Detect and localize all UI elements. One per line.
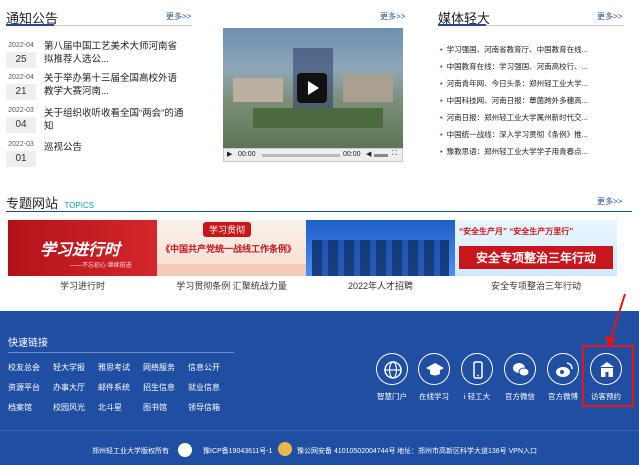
footer-link[interactable]: 档案馆 — [8, 402, 32, 413]
footer-link[interactable]: 轻大学报 — [53, 362, 85, 373]
footer-link[interactable]: 校友总会 — [8, 362, 40, 373]
address-text: 地址：郑州市高新区科学大道136号 VPN入口 — [397, 448, 538, 455]
media-item[interactable]: • 中国科技网、河南日报：蕈菌跨外多穗高... — [440, 95, 610, 106]
time-current: 00:00 — [238, 151, 256, 158]
site-footer — [0, 311, 639, 465]
banner-heading: 《中国共产党统一战线工作条例》 — [161, 244, 297, 254]
portal-button[interactable] — [376, 353, 408, 385]
annotation-arrow — [605, 293, 626, 347]
topic-banner-united-front[interactable]: 学习贯彻 《中国共产党统一战线工作条例》 — [157, 220, 306, 276]
play-button[interactable] — [297, 73, 327, 103]
app-button[interactable] — [461, 353, 493, 385]
weibo-icon — [556, 362, 573, 377]
banner-tag: 学习贯彻 — [203, 222, 252, 237]
play-small-icon[interactable]: ▶ — [227, 150, 232, 158]
footer-link[interactable]: 办事大厅 — [53, 382, 85, 393]
footer-link[interactable]: 领导信箱 — [188, 402, 220, 413]
footer-link[interactable]: 招生信息 — [143, 382, 175, 393]
police-link[interactable]: 豫公网安备 41010502004744号 — [297, 446, 395, 456]
wechat-icon — [513, 363, 530, 377]
media-item[interactable]: • 河南青年网、今日头条：郑州轻工业大学... — [440, 78, 610, 89]
news-item[interactable]: 关于组织收听收看全国“两会”的通知 — [44, 107, 184, 133]
footer-link[interactable]: 校园风光 — [53, 402, 85, 413]
footer-bottom-divider — [0, 430, 639, 431]
news-item[interactable]: 第八届中国工艺美术大师河南省拟推荐人选公... — [44, 40, 184, 66]
banner-heading: 安全专项整治三年行动 — [459, 246, 613, 269]
graduation-cap-icon — [426, 363, 444, 376]
globe-icon — [384, 361, 402, 379]
footer-link[interactable]: 雅思考试 — [98, 362, 130, 373]
footer-link[interactable]: 就业信息 — [188, 382, 220, 393]
play-icon — [308, 81, 319, 95]
notice-more-link[interactable]: 更多>> — [166, 11, 191, 22]
news-date: 2022-04 25 — [6, 40, 36, 68]
footer-link[interactable]: 图书馆 — [143, 402, 167, 413]
volume-icon[interactable]: ◀ — [366, 150, 371, 158]
news-item[interactable]: 关于举办第十三届全国高校外语教学大赛河南... — [44, 72, 184, 98]
topics-more-link[interactable]: 更多>> — [597, 196, 622, 207]
banner-caption[interactable]: 安全专项整治三年行动 — [455, 279, 617, 292]
media-item[interactable]: • 河南日报：郑州轻工业大学属州新时代交... — [440, 112, 610, 123]
media-item[interactable]: • 豫教思语：郑州轻工业大学学子用青春点... — [440, 146, 610, 157]
banner-subheading: ——不忘初心 继续前进 — [70, 263, 132, 269]
media-item[interactable]: • 学习强国、河南省教育厅、中国教育在线... — [440, 44, 610, 55]
topics-header: 专题网站 TOPICS — [6, 193, 94, 213]
banner-caption[interactable]: 学习贯彻条例 汇聚统战力量 — [157, 279, 306, 292]
footer-link[interactable]: 网络服务 — [143, 362, 175, 373]
news-date: 2022-03 04 — [6, 105, 36, 133]
copyright-text: 郑州轻工业大学版权所有 — [92, 448, 169, 455]
footer-link[interactable]: 邮件系统 — [98, 382, 130, 393]
icp-link[interactable]: 豫ICP备19043611号-1 — [203, 446, 273, 456]
banner-heading: 学习进行时 — [40, 242, 121, 259]
badge-icon — [178, 443, 192, 457]
media-item[interactable]: • 中国教育在线：学习强国、河南高校行、... — [440, 61, 610, 72]
topic-banner-study[interactable]: 学习进行时 ——不忘初心 继续前进 — [8, 220, 157, 276]
banner-tag: “安全生产月” “安全生产万里行” — [459, 227, 574, 236]
notice-underline — [6, 24, 54, 26]
progress-bar[interactable] — [262, 154, 340, 157]
quick-links-title: 快速链接 — [8, 338, 48, 349]
wechat-button[interactable] — [504, 353, 536, 385]
video-controls: ▶ 00:00 00:00 ◀ ⛶ — [223, 148, 403, 162]
online-learning-button[interactable] — [418, 353, 450, 385]
phone-icon — [473, 361, 483, 379]
footer-link[interactable]: 北斗星 — [98, 402, 122, 413]
topics-title: 专题网站 — [6, 196, 59, 211]
weibo-button[interactable] — [547, 353, 579, 385]
highlight-box — [582, 345, 634, 407]
banner-caption[interactable]: 2022年人才招聘 — [306, 279, 455, 292]
news-item[interactable]: 巡视公告 — [44, 141, 184, 154]
police-badge-icon — [278, 442, 292, 456]
media-more-link[interactable]: 更多>> — [597, 11, 622, 22]
footer-link[interactable]: 信息公开 — [188, 362, 220, 373]
fullscreen-icon[interactable]: ⛶ — [392, 150, 397, 158]
volume-bar[interactable] — [374, 154, 388, 157]
video-player[interactable] — [223, 28, 403, 148]
topics-divider — [6, 211, 632, 212]
topics-title-en: TOPICS — [64, 201, 95, 210]
video-more-link[interactable]: 更多>> — [380, 11, 405, 22]
topic-banner-safety[interactable]: “安全生产月” “安全生产万里行” 安全专项整治三年行动 — [455, 220, 617, 276]
banner-caption[interactable]: 学习进行时 — [8, 279, 157, 292]
news-date: 2022-04 21 — [6, 72, 36, 100]
news-date: 2022-03 01 — [6, 139, 36, 167]
topic-banner-recruit[interactable] — [306, 220, 455, 276]
media-underline — [438, 24, 486, 26]
media-item[interactable]: • 中国统一战线：深入学习贯彻《条例》推... — [440, 129, 610, 140]
quick-links-divider — [8, 352, 234, 353]
time-total: 00:00 — [343, 151, 361, 158]
footer-link[interactable]: 资源平台 — [8, 382, 40, 393]
